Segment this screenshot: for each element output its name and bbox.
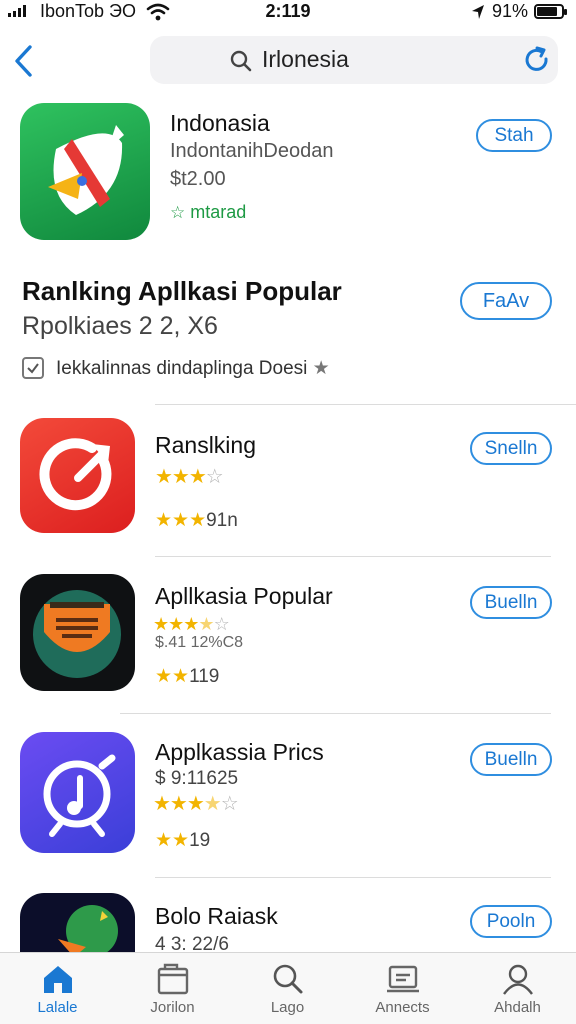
rating-stars-3: ★★★★☆: [153, 793, 239, 815]
battery-icon: [534, 4, 567, 19]
filter-checkbox-label: Iekkalinnas dindaplinga Doesi ★: [56, 357, 330, 380]
featured-app-icon[interactable]: [20, 103, 150, 240]
app-icon-2[interactable]: [20, 574, 135, 691]
app-title-1[interactable]: Ranslking: [155, 432, 256, 459]
tab-games[interactable]: Jorilon: [115, 953, 230, 1024]
badge-star-icon: ☆: [170, 203, 186, 222]
divider: [120, 713, 551, 714]
rating-count-3: ★★19: [155, 830, 211, 851]
location-icon: [471, 4, 484, 19]
tab-label: Lago: [270, 999, 305, 1016]
section-subtitle: Rpolkiaes 2 2, X6: [22, 312, 218, 340]
featured-badge: ☆ mtarad: [170, 202, 246, 223]
search-field[interactable]: Irlonesia: [150, 36, 558, 84]
featured-app-title[interactable]: Indonasia: [170, 110, 270, 137]
filter-checkbox-text: Iekkalinnas dindaplinga Doesi: [56, 358, 308, 379]
back-chevron-icon[interactable]: [10, 42, 38, 80]
app-get-button-1[interactable]: Snelln: [470, 432, 552, 465]
app-title-4[interactable]: Bolo Raiask: [155, 903, 278, 930]
home-icon: [43, 966, 72, 993]
app-subline-2: $.41 12%C8: [155, 634, 244, 651]
rating-count-1: ★★★91n: [155, 510, 238, 531]
tray-icon: [386, 965, 419, 993]
check-icon: [27, 363, 39, 374]
section-action-button[interactable]: FaAv: [460, 282, 552, 320]
battery-percent: 91%: [491, 1, 528, 21]
tab-today[interactable]: Lalale: [0, 953, 115, 1024]
rating-text-1: 91n: [206, 510, 238, 531]
divider: [155, 404, 576, 405]
rating-count-2: ★★119: [155, 666, 220, 687]
tab-account[interactable]: Ahdalh: [460, 953, 575, 1024]
tab-label: Lalale: [37, 999, 78, 1016]
divider: [155, 556, 551, 557]
rating-text-2: 119: [189, 666, 220, 687]
featured-app-developer: IndontanihDeodan: [170, 140, 334, 162]
rating-stars-1: ★★★☆: [155, 466, 224, 488]
app-title-2[interactable]: Apllkasia Popular: [155, 583, 333, 610]
tab-updates[interactable]: Annects: [345, 953, 460, 1024]
app-get-button-2[interactable]: Buelln: [470, 586, 552, 619]
refresh-icon[interactable]: [522, 45, 552, 75]
app-subline-3: $ 9:11625: [155, 768, 239, 789]
folder-icon: [157, 963, 188, 995]
tab-search[interactable]: Lago: [230, 953, 345, 1024]
app-icon-1[interactable]: [20, 418, 135, 533]
featured-badge-label: mtarad: [190, 202, 247, 222]
search-icon: [230, 50, 252, 72]
tab-label: Jorilon: [150, 999, 195, 1016]
section-title: Ranlking Apllkasi Popular: [22, 276, 342, 306]
search-icon: [273, 964, 302, 994]
divider: [155, 877, 551, 878]
app-icon-3[interactable]: [20, 732, 135, 853]
featured-get-button[interactable]: Stah: [476, 119, 552, 152]
tab-label: Annects: [375, 999, 430, 1016]
filter-checkbox[interactable]: [22, 357, 44, 379]
app-get-button-4[interactable]: Pooln: [470, 905, 552, 938]
tab-bar: Lalale Jorilon Lago Annects Ahdalh: [0, 952, 576, 1024]
star-icon: ★: [312, 358, 330, 379]
app-title-3[interactable]: Applkassia Prics: [155, 739, 324, 766]
tab-label: Ahdalh: [494, 999, 541, 1016]
rating-stars-2: ★★★★☆: [153, 614, 230, 634]
app-get-button-3[interactable]: Buelln: [470, 743, 552, 776]
status-bar: IbonTob ЭO 2:119 91%: [0, 0, 576, 26]
featured-app-price: $t2.00: [170, 168, 226, 190]
rating-text-3: 19: [189, 830, 211, 851]
person-icon: [502, 964, 533, 995]
search-query[interactable]: Irlonesia: [262, 46, 349, 73]
